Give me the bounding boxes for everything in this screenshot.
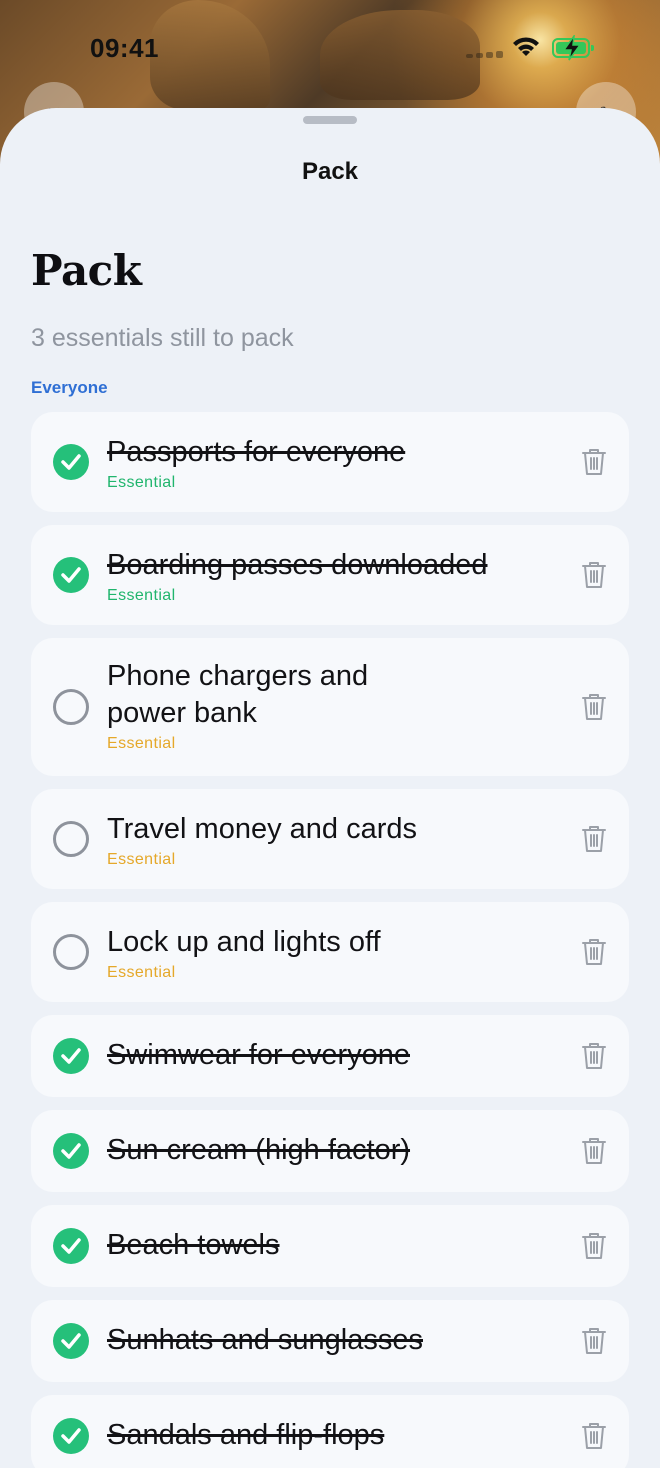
list-item[interactable]: Boarding passes downloaded Essential bbox=[31, 525, 629, 625]
checkmark-icon bbox=[61, 1428, 81, 1444]
item-title: Travel money and cards bbox=[107, 813, 418, 845]
list-item[interactable]: Travel money and cards Essential bbox=[31, 789, 629, 889]
unchecked-checkbox[interactable] bbox=[53, 689, 89, 725]
list-item[interactable]: Beach towels bbox=[31, 1205, 629, 1287]
list-item[interactable]: Phone chargers and power bank Essential bbox=[31, 638, 629, 776]
checkmark-icon bbox=[61, 1333, 81, 1349]
unchecked-checkbox[interactable] bbox=[53, 934, 89, 970]
item-title: Sun cream (high factor) bbox=[107, 1134, 411, 1166]
trash-icon[interactable] bbox=[581, 1231, 607, 1261]
trash-icon[interactable] bbox=[581, 447, 607, 477]
item-title: Sunhats and sunglasses bbox=[107, 1324, 423, 1356]
essential-tag: Essential bbox=[107, 851, 176, 868]
trash-icon[interactable] bbox=[581, 1326, 607, 1356]
charging-bolt-icon bbox=[562, 35, 582, 61]
checkmark-icon bbox=[61, 1238, 81, 1254]
checked-checkbox[interactable] bbox=[53, 557, 89, 593]
item-title: Lock up and lights off bbox=[107, 926, 381, 958]
trash-icon[interactable] bbox=[581, 1136, 607, 1166]
item-title: Swimwear for everyone bbox=[107, 1039, 410, 1071]
essential-tag: Essential bbox=[107, 587, 176, 604]
item-title: Phone chargers and power bank bbox=[107, 660, 369, 729]
item-title: Sandals and flip-flops bbox=[107, 1419, 385, 1451]
wifi-icon bbox=[513, 37, 539, 56]
checkmark-icon bbox=[61, 1048, 81, 1064]
list-item[interactable]: Lock up and lights off Essential bbox=[31, 902, 629, 1002]
item-title: Passports for everyone bbox=[107, 436, 406, 468]
trash-icon[interactable] bbox=[581, 560, 607, 590]
item-title: Boarding passes downloaded bbox=[107, 549, 488, 581]
list-item[interactable]: Swimwear for everyone bbox=[31, 1015, 629, 1097]
pack-sheet: Pack Pack 3 essentials still to pack Eve… bbox=[0, 108, 660, 1468]
checked-checkbox[interactable] bbox=[53, 1228, 89, 1264]
sheet-grabber[interactable] bbox=[303, 116, 357, 124]
essential-tag: Essential bbox=[107, 474, 176, 491]
trash-icon[interactable] bbox=[581, 824, 607, 854]
list-item[interactable]: Sun cream (high factor) bbox=[31, 1110, 629, 1192]
checked-checkbox[interactable] bbox=[53, 1133, 89, 1169]
trash-icon[interactable] bbox=[581, 937, 607, 967]
unchecked-checkbox[interactable] bbox=[53, 821, 89, 857]
trash-icon[interactable] bbox=[581, 692, 607, 722]
checked-checkbox[interactable] bbox=[53, 444, 89, 480]
pack-list: Passports for everyone Essential Boardin… bbox=[31, 412, 629, 1468]
status-bar: 09:41 bbox=[0, 0, 660, 100]
checked-checkbox[interactable] bbox=[53, 1038, 89, 1074]
page-subtitle: 3 essentials still to pack bbox=[31, 324, 294, 352]
cellular-signal-icon bbox=[466, 50, 506, 58]
checked-checkbox[interactable] bbox=[53, 1418, 89, 1454]
checkmark-icon bbox=[61, 454, 81, 470]
essential-tag: Essential bbox=[107, 735, 176, 752]
trash-icon[interactable] bbox=[581, 1041, 607, 1071]
page-title: Pack bbox=[31, 246, 142, 295]
list-item[interactable]: Sunhats and sunglasses bbox=[31, 1300, 629, 1382]
list-item[interactable]: Passports for everyone Essential bbox=[31, 412, 629, 512]
checkmark-icon bbox=[61, 1143, 81, 1159]
checked-checkbox[interactable] bbox=[53, 1323, 89, 1359]
status-time: 09:41 bbox=[90, 33, 159, 63]
essential-tag: Essential bbox=[107, 964, 176, 981]
item-title: Beach towels bbox=[107, 1229, 280, 1261]
trash-icon[interactable] bbox=[581, 1421, 607, 1451]
section-header-everyone: Everyone bbox=[31, 378, 108, 397]
list-item[interactable]: Sandals and flip-flops bbox=[31, 1395, 629, 1468]
nav-title: Pack bbox=[301, 158, 359, 185]
checkmark-icon bbox=[61, 567, 81, 583]
